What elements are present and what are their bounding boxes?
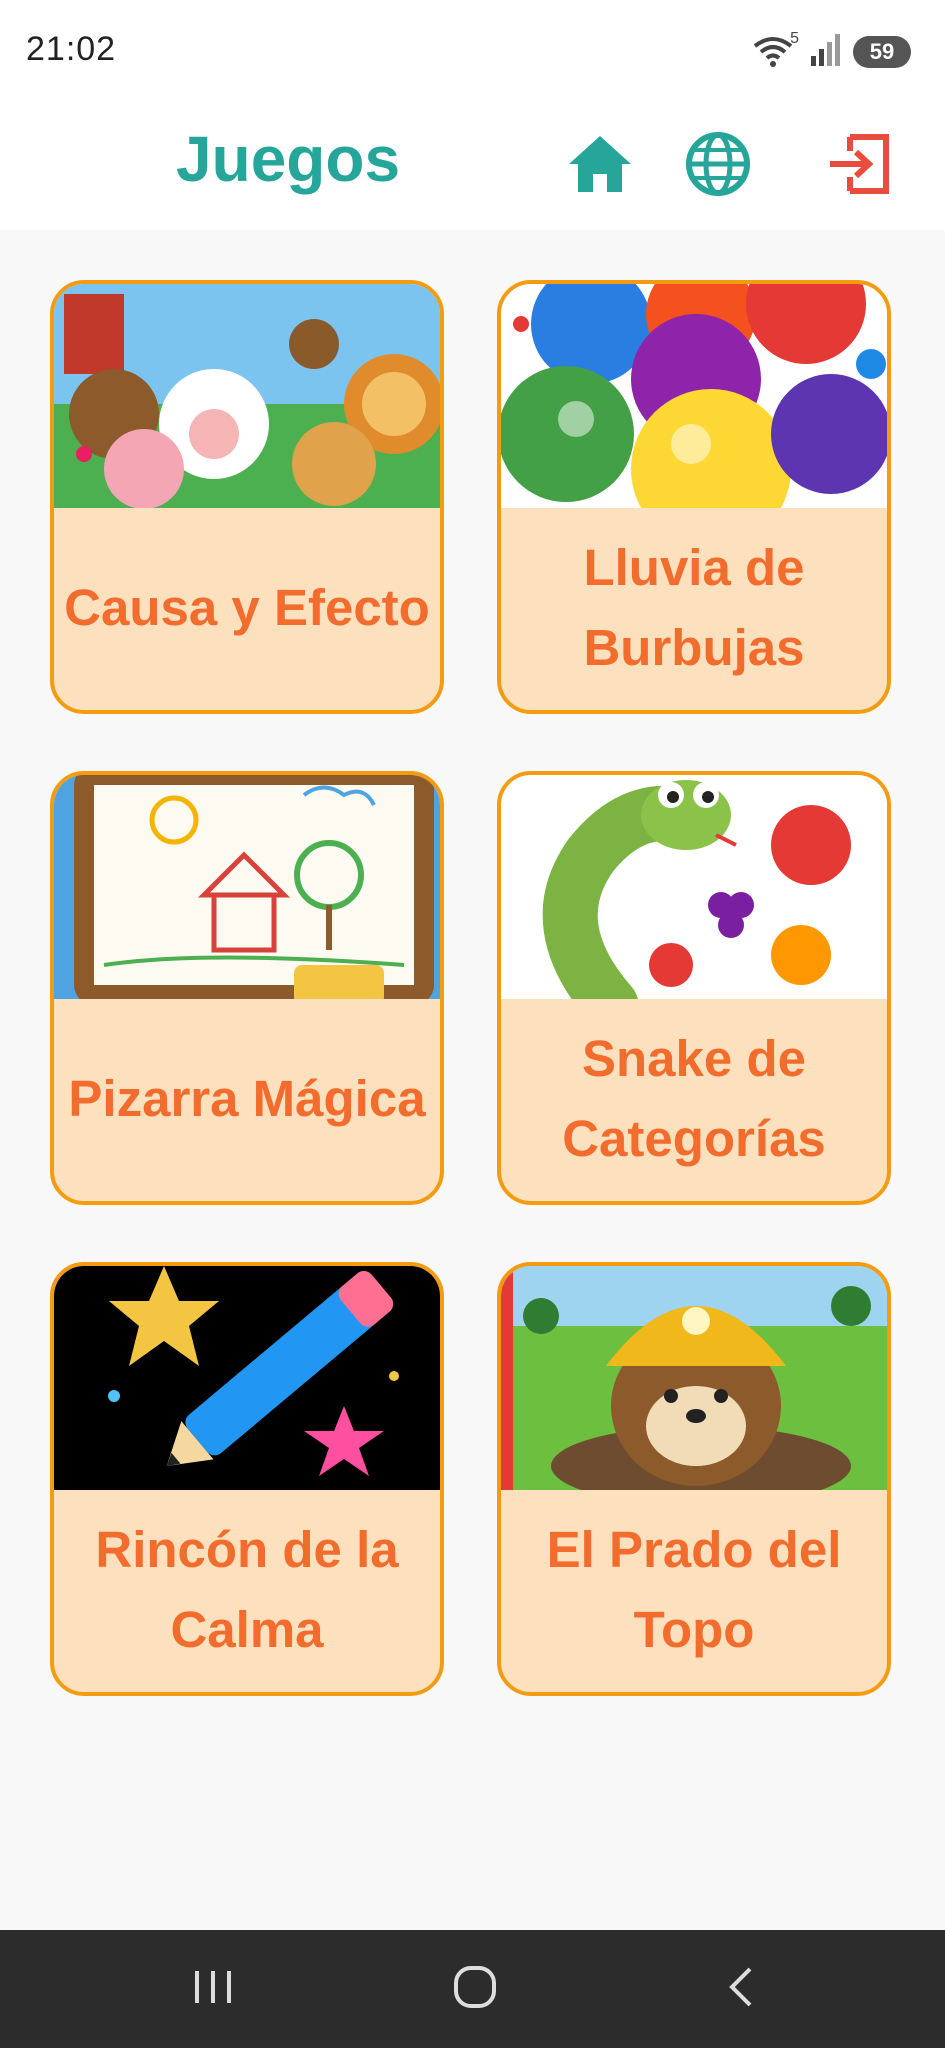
game-card-label: Lluvia de Burbujas (583, 539, 805, 676)
game-card-pizarra-magica[interactable]: Pizarra Mágica (50, 771, 444, 1205)
system-back-button[interactable] (696, 1954, 786, 2024)
snake-and-fruits-illustration (501, 775, 887, 999)
recents-button[interactable] (168, 1954, 258, 2024)
game-card-label: Causa y Efecto (64, 579, 430, 636)
home-icon (567, 134, 633, 199)
system-home-button[interactable] (430, 1954, 520, 2024)
game-card-lluvia-de-burbujas[interactable]: Lluvia de Burbujas (497, 280, 891, 714)
status-time: 21:02 (26, 30, 117, 68)
wifi-sub-label: 5 (790, 30, 799, 47)
game-card-label: Rincón de la Calma (95, 1521, 399, 1658)
pencil-and-stars-illustration (54, 1266, 440, 1490)
back-chevron-icon (726, 1965, 756, 2014)
language-button[interactable] (678, 126, 758, 206)
status-bar: 21:02 5 59 (0, 0, 945, 108)
game-card-causa-y-efecto[interactable]: Causa y Efecto (50, 280, 444, 714)
drawing-board-illustration (54, 775, 440, 999)
battery-indicator: 59 (853, 36, 911, 68)
game-card-el-prado-del-topo[interactable]: El Prado del Topo (497, 1262, 891, 1696)
home-button[interactable] (560, 126, 640, 206)
page-title: Juegos (176, 123, 401, 195)
globe-icon (685, 131, 751, 202)
status-icons: 5 59 (753, 30, 911, 72)
mole-with-helmet-illustration (501, 1266, 887, 1490)
circle-home-icon (452, 1964, 498, 2015)
game-card-rincon-de-la-calma[interactable]: Rincón de la Calma (50, 1262, 444, 1696)
signal-icon (811, 33, 841, 71)
game-card-label: El Prado del Topo (546, 1521, 842, 1658)
game-card-label: Pizarra Mágica (68, 1070, 426, 1127)
logout-button[interactable] (820, 126, 900, 206)
game-card-label: Snake de Categorías (562, 1030, 826, 1167)
system-nav-bar (0, 1930, 945, 2048)
app-header: Juegos (0, 108, 945, 230)
farm-animals-illustration (54, 284, 440, 508)
logout-icon (828, 133, 892, 200)
game-card-snake-de-categorias[interactable]: Snake de Categorías (497, 771, 891, 1205)
colorful-bubbles-illustration (501, 284, 887, 508)
wifi-icon: 5 (753, 30, 799, 70)
recents-icon (191, 1967, 235, 2012)
